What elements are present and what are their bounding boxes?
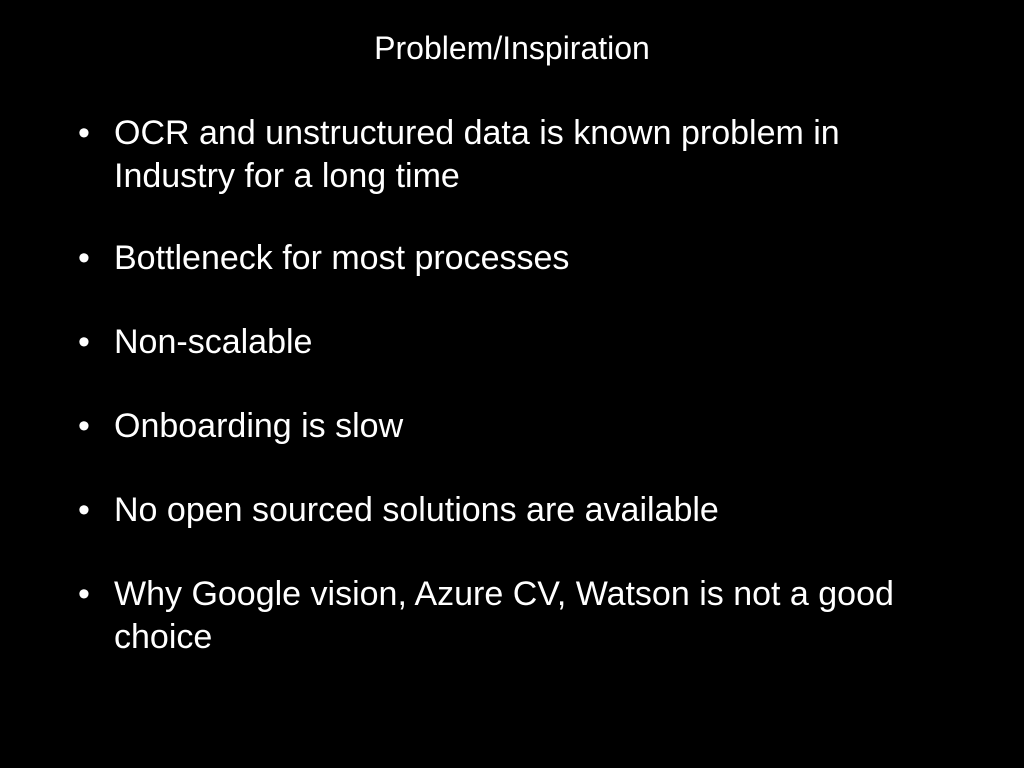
bullet-text: Non-scalable [114, 323, 313, 361]
bullet-dot: • [78, 239, 90, 277]
slide: Problem/Inspiration • OCR and unstructur… [0, 0, 1024, 768]
bullet-dot: • [78, 323, 90, 361]
bullet-text: Why Google vision, Azure CV, Watson is n… [114, 575, 894, 656]
bullet-text: Onboarding is slow [114, 407, 404, 445]
bullet-dot: • [78, 114, 90, 152]
slide-title: Problem/Inspiration [374, 30, 650, 66]
bullet-dot: • [78, 491, 90, 529]
bullet-dot: • [78, 575, 90, 613]
bullet-text: No open sourced solutions are available [114, 491, 719, 529]
bullet-text: Bottleneck for most processes [114, 239, 570, 277]
bullet-text: OCR and unstructured data is known probl… [114, 114, 840, 195]
bullet-dot: • [78, 407, 90, 445]
